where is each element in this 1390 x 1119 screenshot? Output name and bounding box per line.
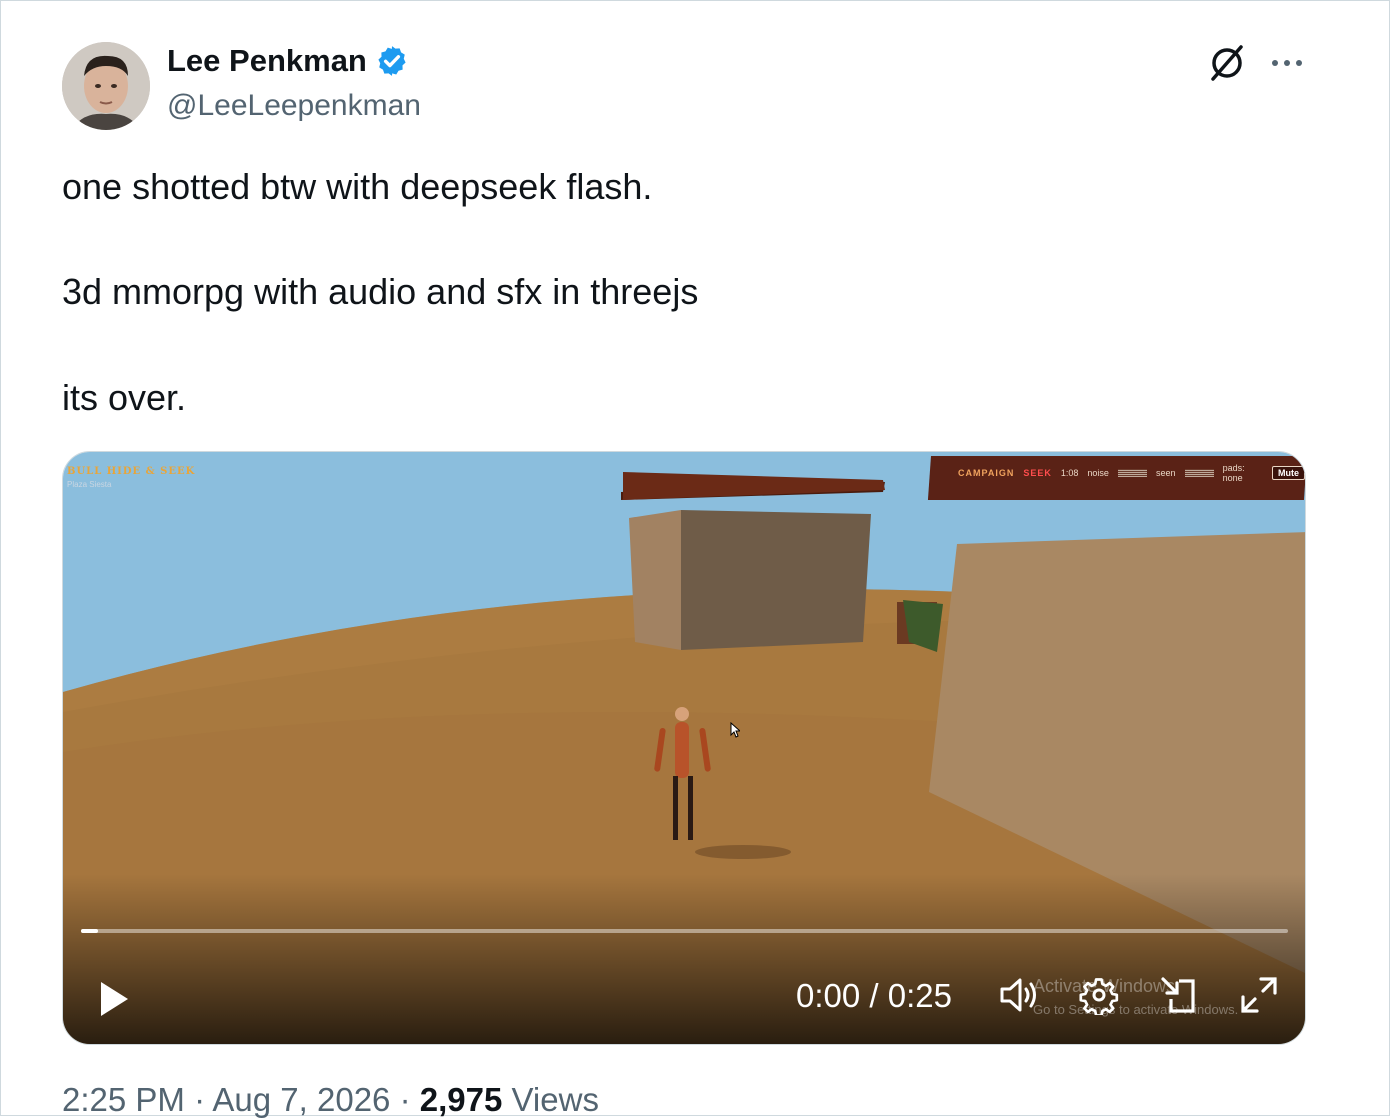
tweet-time[interactable]: 2:25 PM <box>62 1081 185 1118</box>
pip-icon[interactable] <box>1159 975 1199 1015</box>
author-handle[interactable]: @LeeLeepenkman <box>167 89 421 123</box>
tweet-text-line: one shotted btw with deepseek flash. <box>62 166 653 207</box>
game-title: BULL HIDE & SEEK <box>67 466 196 477</box>
hud-seen-label: seen <box>1155 468 1176 478</box>
hud-mode: CAMPAIGN <box>958 468 1015 478</box>
progress-fill <box>81 929 98 933</box>
tweet-date[interactable]: Aug 7, 2026 <box>212 1081 390 1118</box>
verified-badge-icon <box>378 46 406 76</box>
tweet-meta: 2:25 PM · Aug 7, 2026 · 2,975 Views <box>62 1081 599 1118</box>
views-count: 2,975 <box>419 1081 503 1118</box>
time-display: 0:00 / 0:25 <box>796 977 952 1014</box>
volume-icon[interactable] <box>998 975 1042 1015</box>
tweet-card: Lee Penkman @LeeLeepenkman one shotted b… <box>0 0 1390 1118</box>
avatar[interactable] <box>62 42 150 130</box>
hud-role: SEEK <box>1023 468 1052 478</box>
controls-overlay <box>63 874 1305 1044</box>
activation-watermark-sub: Go to Settings to activate Windows. <box>1033 1002 1239 1017</box>
play-icon[interactable] <box>97 979 131 1019</box>
fullscreen-icon[interactable] <box>1239 975 1279 1015</box>
game-subtitle: Plaza Siesta <box>67 480 112 489</box>
hud-noise-label: noise <box>1087 468 1109 478</box>
noise-meter <box>1117 469 1147 477</box>
author-name[interactable]: Lee Penkman <box>167 43 409 79</box>
mouse-cursor-icon <box>730 722 740 738</box>
tweet-text-line: its over. <box>62 377 187 418</box>
views-label: Views <box>511 1081 599 1118</box>
user-avatar-icon <box>62 42 150 130</box>
seen-meter <box>1184 469 1214 477</box>
hud-timer: 1:08 <box>1060 468 1079 478</box>
mute-button[interactable]: Mute <box>1272 466 1305 480</box>
more-icon[interactable] <box>1269 51 1305 75</box>
grok-icon[interactable] <box>1207 43 1247 83</box>
hud-pads-label: pads: none <box>1222 463 1245 483</box>
video-player[interactable]: BULL HIDE & SEEK Plaza Siesta CAMPAIGN S… <box>62 451 1306 1045</box>
hud-stats: CAMPAIGN SEEK 1:08 noise seen pads: none… <box>958 463 1305 483</box>
author-name-text[interactable]: Lee Penkman <box>167 43 367 79</box>
tweet-text-line: 3d mmorpg with audio and sfx in threejs <box>62 271 699 312</box>
progress-bar[interactable] <box>81 929 1288 933</box>
settings-icon[interactable] <box>1079 975 1119 1015</box>
